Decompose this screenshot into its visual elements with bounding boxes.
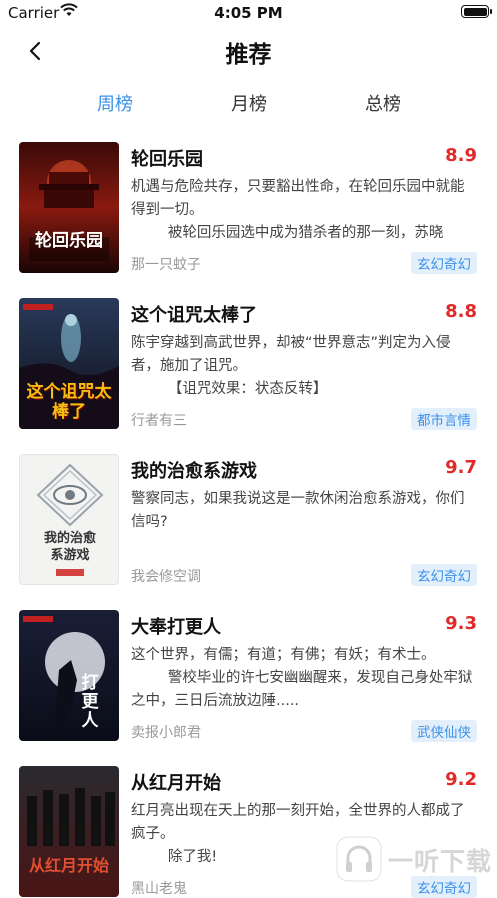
book-title: 大奉打更人 (131, 617, 221, 638)
book-title: 这个诅咒太棒了 (131, 305, 257, 326)
book-cover: 我的治愈系游戏 (19, 454, 119, 585)
book-author: 行者有三 (131, 413, 187, 429)
cover-title: 打更人 (81, 673, 99, 731)
list-item[interactable]: 我的治愈系游戏 我的治愈系游戏 9.7 警察同志，如果我说这是一款休闲治愈系游戏… (0, 452, 497, 586)
page-title: 推荐 (225, 42, 272, 68)
book-description: 这个世界，有儒；有道；有佛；有妖；有术士。 警校毕业的许七安幽幽醒来，发现自己身… (131, 647, 473, 709)
book-cover: 轮回乐园 (19, 142, 119, 273)
clock: 4:05 PM (214, 4, 283, 22)
watermark-text: 一听下载 (388, 847, 493, 876)
book-author: 卖报小郎君 (131, 725, 201, 741)
genre-tag[interactable]: 玄幻奇幻 (411, 564, 477, 586)
navigation-bar: 推荐 (0, 26, 497, 76)
cover-title: 轮回乐园 (35, 231, 103, 251)
headphone-logo-icon (336, 836, 382, 882)
ranking-tabs: 周榜 月榜 总榜 (0, 86, 497, 122)
tab-all-time[interactable]: 总榜 (333, 90, 433, 116)
cover-title: 这个诅咒太棒了 (26, 382, 112, 422)
book-author: 黑山老鬼 (131, 881, 187, 897)
book-description: 机遇与危险共存，只要豁出性命，在轮回乐园中就能得到一切。 被轮回乐园选中成为猎杀… (131, 179, 465, 241)
battery-icon (461, 5, 492, 18)
book-cover: 这个诅咒太棒了 (19, 298, 119, 429)
book-description: 警察同志，如果我说这是一款休闲治愈系游戏，你们信吗? (131, 491, 465, 530)
tab-monthly[interactable]: 月榜 (199, 90, 299, 116)
cover-title: 我的治愈系游戏 (43, 531, 96, 563)
book-score: 9.7 (445, 457, 477, 478)
list-item[interactable]: 轮回乐园 轮回乐园 8.9 机遇与危险共存，只要豁出性命，在轮回乐园中就能得到一… (0, 140, 497, 274)
status-bar: Carrier 4:05 PM (0, 0, 497, 26)
list-item[interactable]: 打更人 大奉打更人 9.3 这个世界，有儒；有道；有佛；有妖；有术士。 警校毕业… (0, 608, 497, 742)
book-title: 轮回乐园 (131, 149, 203, 170)
book-score: 8.8 (445, 301, 477, 322)
book-score: 9.3 (445, 613, 477, 634)
book-cover: 从红月开始 (19, 766, 119, 897)
cover-title: 从红月开始 (28, 856, 109, 875)
book-author: 我会修空调 (131, 569, 201, 585)
list-item[interactable]: 这个诅咒太棒了 这个诅咒太棒了 8.8 陈宇穿越到高武世界，却被“世界意志”判定… (0, 296, 497, 430)
genre-tag[interactable]: 都市言情 (411, 408, 477, 430)
genre-tag[interactable]: 武侠仙侠 (411, 720, 477, 742)
book-author: 那一只蚊子 (131, 257, 201, 273)
book-cover: 打更人 (19, 610, 119, 741)
genre-tag[interactable]: 玄幻奇幻 (411, 252, 477, 274)
book-score: 9.2 (445, 769, 477, 790)
tab-weekly[interactable]: 周榜 (65, 90, 165, 116)
watermark: 一听下载 (336, 836, 496, 883)
book-description: 陈宇穿越到高武世界，却被“世界意志”判定为入侵者，施加了诅咒。 【诅咒效果：状态… (131, 335, 451, 397)
book-score: 8.9 (445, 145, 477, 166)
book-title: 从红月开始 (131, 773, 221, 794)
book-title: 我的治愈系游戏 (131, 461, 257, 482)
